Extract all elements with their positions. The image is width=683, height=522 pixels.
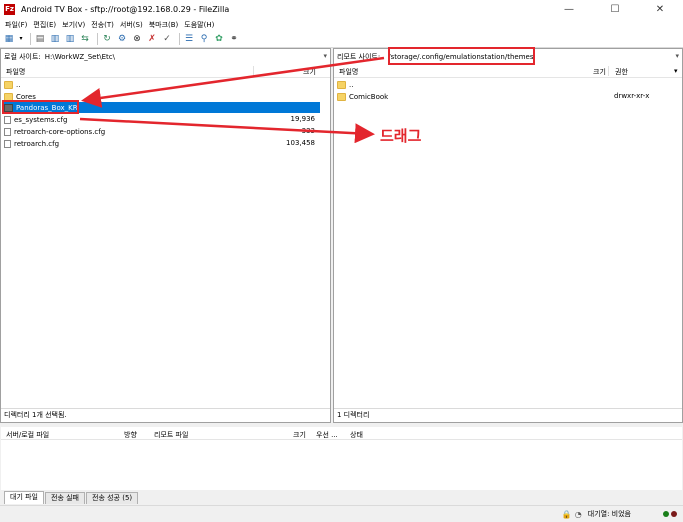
compare-icon[interactable]: ⚲ xyxy=(198,33,210,45)
remote-site-label: 리모트 사이트: xyxy=(337,53,381,61)
menu-file[interactable]: 파일(F) xyxy=(5,20,27,30)
folder-icon xyxy=(337,92,346,101)
toolbar-separator xyxy=(179,33,180,45)
column-divider xyxy=(608,66,609,76)
menu-edit[interactable]: 편집(E) xyxy=(33,20,56,30)
file-size: 333 xyxy=(301,127,315,135)
queue-header: 서버/로컬 파일 방향 리모트 파일 크기 우선 ... 상태 xyxy=(1,427,682,440)
file-icon xyxy=(4,115,11,124)
folder-icon xyxy=(4,80,13,89)
column-divider xyxy=(253,66,254,76)
queue-col-local[interactable]: 서버/로컬 파일 xyxy=(6,430,49,440)
queue-col-direction[interactable]: 방향 xyxy=(124,430,137,440)
remote-column-header: 파일명 크기 권한 ▾ xyxy=(334,65,682,78)
remote-pane: 리모트 사이트: /storage/.config/emulationstati… xyxy=(333,48,683,423)
sync-browse-icon[interactable]: ✿ xyxy=(213,33,225,45)
minimize-icon[interactable]: — xyxy=(546,0,592,18)
local-path-input[interactable]: H:\WorkWZ_Set\Etc\ xyxy=(45,53,115,61)
file-permissions: drwxr-xr-x xyxy=(614,92,650,100)
chevron-down-icon[interactable]: ▾ xyxy=(674,67,678,75)
menu-transfer[interactable]: 전송(T) xyxy=(91,20,114,30)
receive-led-icon xyxy=(671,511,677,517)
highlight-box-local-folder xyxy=(2,100,79,114)
toggle-log-icon[interactable]: ▤ xyxy=(34,33,46,45)
remote-col-perm[interactable]: 권한 xyxy=(615,67,628,77)
file-name: retroarch-core-options.cfg xyxy=(14,127,106,136)
cancel-icon[interactable]: ⊗ xyxy=(131,33,143,45)
filter-icon[interactable]: ☰ xyxy=(183,33,195,45)
menu-bookmarks[interactable]: 북마크(B) xyxy=(149,20,179,30)
site-manager-icon[interactable]: ▦ xyxy=(3,33,15,45)
queue-col-status[interactable]: 상태 xyxy=(350,430,363,440)
title-bar: Fz Android TV Box - sftp://root@192.168.… xyxy=(0,0,683,18)
queue-list[interactable] xyxy=(1,440,682,490)
chevron-down-icon[interactable]: ▾ xyxy=(323,52,327,60)
local-col-name[interactable]: 파일명 xyxy=(6,67,25,77)
tab-failed-transfers[interactable]: 전송 실패 xyxy=(45,492,85,504)
file-name: .. xyxy=(16,80,21,89)
filezilla-icon: Fz xyxy=(4,3,15,15)
file-name: es_systems.cfg xyxy=(14,115,68,124)
bottom-status-bar: 🔒 ◔ 대기열: 비었음 xyxy=(0,505,683,522)
folder-icon xyxy=(337,80,346,89)
queue-col-priority[interactable]: 우선 ... xyxy=(316,430,338,440)
file-name: retroarch.cfg xyxy=(14,139,60,148)
queue-col-size[interactable]: 크기 xyxy=(293,430,306,440)
send-led-icon xyxy=(663,511,669,517)
file-name: ComicBook xyxy=(349,92,389,101)
find-icon[interactable]: ⚭ xyxy=(228,33,240,45)
disconnect-icon[interactable]: ✗ xyxy=(146,33,158,45)
site-manager-dropdown-icon[interactable]: ▾ xyxy=(18,33,24,45)
file-name: .. xyxy=(349,80,354,89)
local-row-parent[interactable]: .. xyxy=(4,79,320,90)
file-size: 19,936 xyxy=(290,115,316,123)
maximize-icon[interactable]: ☐ xyxy=(592,0,638,18)
highlight-box-remote-path xyxy=(388,47,535,65)
queue-status: 대기열: 비었음 xyxy=(587,510,631,518)
refresh-icon[interactable]: ↻ xyxy=(101,33,113,45)
local-col-size[interactable]: 크기 xyxy=(303,67,316,77)
queue-col-remote[interactable]: 리모트 파일 xyxy=(154,430,188,440)
reconnect-icon[interactable]: ✓ xyxy=(161,33,173,45)
menu-bar: 파일(F) 편집(E) 보기(V) 전송(T) 서버(S) 북마크(B) 도움말… xyxy=(0,18,683,31)
tab-successful-transfers[interactable]: 전송 성공 (5) xyxy=(86,492,139,504)
remote-col-size[interactable]: 크기 xyxy=(593,67,606,77)
lock-icon: 🔒 xyxy=(561,509,572,519)
queue-tabs: 대기 파일 전송 실패 전송 성공 (5) xyxy=(0,491,683,504)
remote-status: 1 디렉터리 xyxy=(334,408,682,420)
menu-help[interactable]: 도움말(H) xyxy=(184,20,214,30)
chevron-down-icon[interactable]: ▾ xyxy=(675,52,679,60)
tab-queued-files[interactable]: 대기 파일 xyxy=(4,491,44,504)
local-column-header: 파일명 크기 xyxy=(1,65,330,78)
speed-limit-icon[interactable]: ◔ xyxy=(575,510,582,519)
menu-server[interactable]: 서버(S) xyxy=(120,20,143,30)
file-icon xyxy=(4,127,11,136)
toggle-queue-icon[interactable]: ⇆ xyxy=(79,33,91,45)
local-status: 디렉터리 1개 선택됨. xyxy=(1,408,330,420)
toggle-local-tree-icon[interactable]: ▥ xyxy=(49,33,61,45)
local-address-bar: 로컬 사이트: H:\WorkWZ_Set\Etc\ ▾ xyxy=(1,50,330,64)
window-title: Android TV Box - sftp://root@192.168.0.2… xyxy=(21,4,230,14)
local-site-label: 로컬 사이트: xyxy=(4,53,41,61)
toolbar-separator xyxy=(97,33,98,45)
remote-row-parent[interactable]: .. xyxy=(337,79,667,90)
toolbar-separator xyxy=(30,33,31,45)
toggle-remote-tree-icon[interactable]: ▥ xyxy=(64,33,76,45)
file-icon xyxy=(4,139,11,148)
drag-annotation-label: 드래그 xyxy=(380,127,422,145)
toolbar: ▦ ▾ ▤ ▥ ▥ ⇆ ↻ ⚙ ⊗ ✗ ✓ ☰ ⚲ ✿ ⚭ xyxy=(0,31,683,48)
file-size: 103,458 xyxy=(286,139,315,147)
process-queue-icon[interactable]: ⚙ xyxy=(116,33,128,45)
close-icon[interactable]: ✕ xyxy=(637,0,683,18)
menu-view[interactable]: 보기(V) xyxy=(62,20,85,30)
remote-col-name[interactable]: 파일명 xyxy=(339,67,358,77)
